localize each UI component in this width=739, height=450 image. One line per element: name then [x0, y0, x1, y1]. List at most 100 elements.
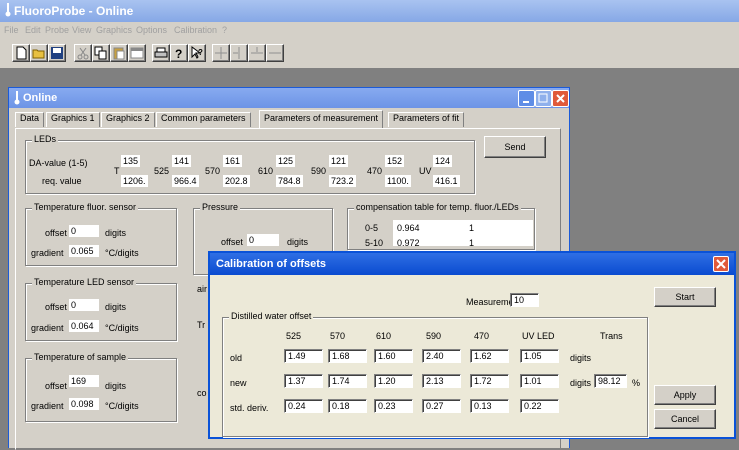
cal-old-uv: 1.05 [520, 349, 559, 363]
paste-icon [113, 47, 125, 60]
menu-bar: File Edit Probe View Graphics Options Ca… [0, 22, 739, 38]
online-icon [14, 91, 20, 107]
led-t-da: 135 [121, 155, 141, 167]
temp-sample-gradient-label: gradient [31, 401, 64, 411]
cal-std-590: 0.27 [422, 399, 461, 413]
save-button[interactable] [48, 44, 66, 62]
tab-data[interactable]: Data [15, 112, 45, 127]
cal-old-unit: digits [570, 353, 592, 363]
svg-text:?: ? [175, 47, 182, 61]
send-button[interactable]: Send [484, 136, 546, 158]
cal-row-old-label: old [230, 353, 243, 363]
pressure-offset-value[interactable]: 0 [247, 234, 279, 246]
apply-button[interactable]: Apply [654, 385, 716, 405]
app-title-bar: FluoroProbe - Online [0, 0, 739, 22]
led-610-da: 125 [276, 155, 296, 167]
temp-fluor-offset-unit: digits [105, 228, 127, 238]
menu-probe[interactable]: Probe [45, 25, 69, 35]
help-button[interactable]: ? [170, 44, 188, 62]
temp-sample-offset-label: offset [45, 381, 67, 391]
line-button[interactable] [266, 44, 284, 62]
led-col-470-name: 470 [367, 166, 383, 176]
comp-table-title: compensation table for temp. fluor./LEDs [354, 202, 521, 212]
save-disk-icon [51, 47, 63, 59]
cal-new-470: 1.72 [470, 374, 509, 388]
temp-fluor-gradient-value[interactable]: 0.065 [69, 245, 99, 257]
pressure-air-label: air [197, 284, 208, 294]
cal-std-470: 0.13 [470, 399, 509, 413]
menu-file[interactable]: File [4, 25, 19, 35]
tab-parameters-of-measurement[interactable]: Parameters of measurement [259, 110, 384, 128]
cal-old-590: 2.40 [422, 349, 461, 363]
cal-std-570: 0.18 [328, 399, 367, 413]
new-file-button[interactable] [12, 44, 30, 62]
led-590-req: 723.2 [329, 175, 356, 187]
pressure-tr-label: Tr [197, 320, 206, 330]
cal-old-470: 1.62 [470, 349, 509, 363]
tab-graphics-2[interactable]: Graphics 2 [101, 112, 155, 127]
led-col-525-name: 525 [154, 166, 170, 176]
split-vertical-button[interactable] [230, 44, 248, 62]
measurement-input[interactable]: 10 [510, 293, 539, 307]
menu-help[interactable]: ? [222, 25, 227, 35]
copy-button[interactable] [92, 44, 110, 62]
temp-fluor-offset-value[interactable]: 0 [69, 225, 99, 237]
split-horizontal-button[interactable] [248, 44, 266, 62]
maximize-button[interactable] [535, 90, 552, 107]
menu-view[interactable]: View [72, 25, 91, 35]
comp-row-0-v1: 0.964 [397, 223, 420, 233]
distilled-water-title: Distilled water offset [229, 311, 314, 321]
temp-led-offset-value[interactable]: 0 [69, 299, 99, 311]
tab-parameters-of-fit-label: Parameters of fit [393, 113, 460, 123]
menu-edit[interactable]: Edit [25, 25, 41, 35]
temp-sample-offset-value[interactable]: 169 [69, 375, 99, 387]
start-button[interactable]: Start [654, 287, 716, 307]
question-icon: ? [175, 47, 182, 61]
new-file-icon [16, 46, 27, 60]
open-button[interactable] [30, 44, 48, 62]
close-button[interactable] [552, 90, 569, 107]
crosshair-button[interactable] [212, 44, 230, 62]
menu-calibration[interactable]: Calibration [174, 25, 217, 35]
minimize-button[interactable] [518, 90, 535, 107]
properties-button[interactable] [128, 44, 146, 62]
cancel-button[interactable]: Cancel [654, 409, 716, 429]
cal-new-590: 2.13 [422, 374, 461, 388]
open-folder-icon [32, 49, 45, 59]
cut-button[interactable] [74, 44, 92, 62]
cal-new-570: 1.74 [328, 374, 367, 388]
temp-led-offset-label: offset [45, 302, 67, 312]
close-icon [556, 94, 565, 103]
minimize-icon [523, 101, 529, 103]
temp-led-gradient-value[interactable]: 0.064 [69, 320, 99, 332]
temp-led-gradient-unit: °C/digits [105, 323, 139, 333]
app-title: FluoroProbe - Online [14, 4, 134, 18]
led-t-req: 1206. [121, 175, 148, 187]
split-vertical-icon [233, 47, 240, 59]
menu-graphics[interactable]: Graphics [96, 25, 132, 35]
led-uv-da: 124 [433, 155, 453, 167]
led-590-da: 121 [329, 155, 349, 167]
context-help-button[interactable]: ? [188, 44, 206, 62]
paste-button[interactable] [110, 44, 128, 62]
printer-icon [154, 47, 168, 58]
line-icon [269, 52, 281, 54]
cal-new-uv: 1.01 [520, 374, 559, 388]
tab-graphics-1[interactable]: Graphics 1 [46, 112, 100, 127]
temp-sample-gradient-value[interactable]: 0.098 [69, 398, 99, 410]
menu-options[interactable]: Options [136, 25, 167, 35]
cal-row-std-label: std. deriv. [230, 403, 269, 413]
online-title: Online [23, 92, 58, 104]
cal-new-610: 1.20 [374, 374, 413, 388]
cal-col-590: 590 [426, 331, 442, 341]
calibration-close-button[interactable] [713, 256, 729, 272]
online-title-bar: Online [9, 88, 569, 108]
print-button[interactable] [152, 44, 170, 62]
maximize-icon [538, 93, 548, 103]
temp-fluor-title: Temperature fluor. sensor [32, 202, 139, 212]
tab-parameters-of-fit[interactable]: Parameters of fit [388, 112, 465, 127]
crosshair-icon [215, 47, 227, 59]
led-525-req: 966.4 [172, 175, 199, 187]
tab-common-parameters[interactable]: Common parameters [156, 112, 251, 127]
tab-graphics-1-label: Graphics 1 [51, 113, 95, 123]
